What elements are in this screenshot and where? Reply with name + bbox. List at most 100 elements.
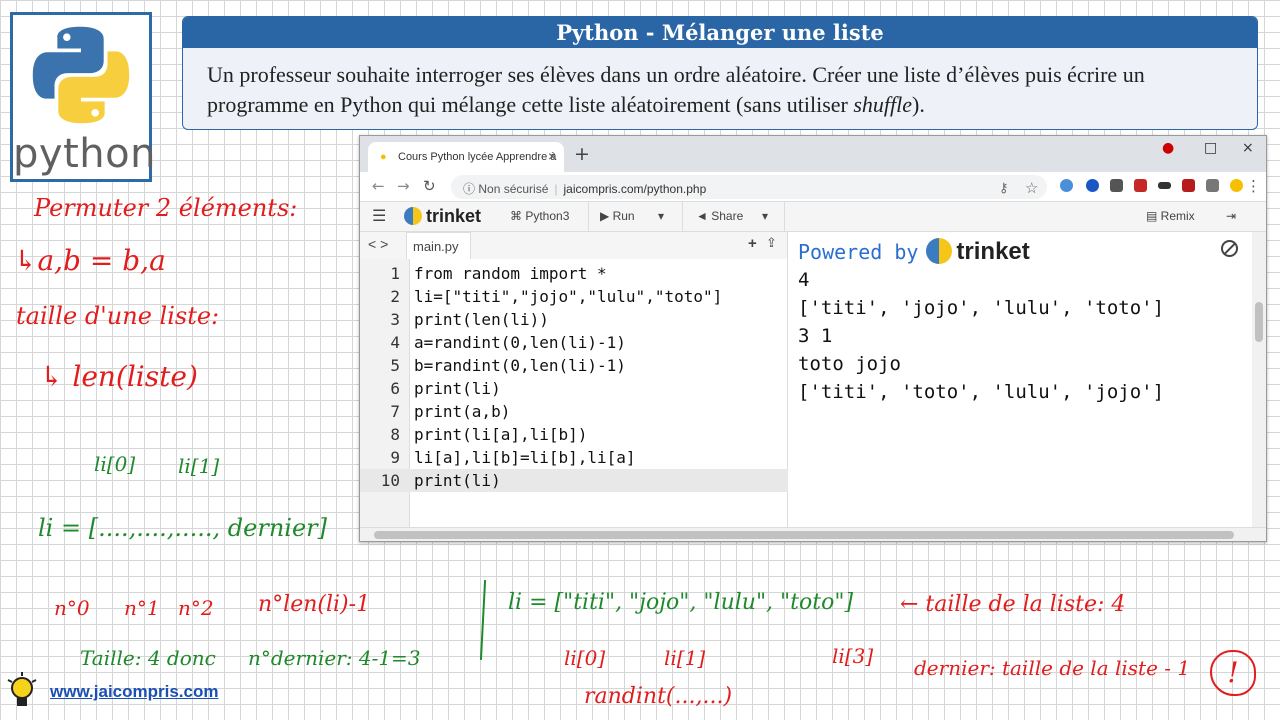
key-icon[interactable]: ⚷ [999,180,1009,196]
note-ndernier: n°dernier: 4-1=3 [248,646,421,670]
code-line: 5 b=randint(0,len(li)-1) [360,354,788,377]
tab-title: Cours Python lycée Apprendre à [398,151,557,163]
address-bar[interactable]: ⓘ Non sécurisé | jaicompris.com/python.php… [451,175,1047,199]
pdf-extension-icon[interactable] [1134,179,1147,192]
note-li1: li[1] [178,454,220,478]
remix-label: Remix [1160,209,1195,223]
code-line: 8 print(li[a],li[b]) [360,423,788,446]
code-area[interactable]: 1 from random import * 2 li=["titi","jojo"… [360,262,788,492]
line-number: 7 [390,402,400,421]
note-li-example: li = ["titi", "jojo", "lulu", "toto"] [508,590,854,615]
powered-by-brand: trinket [956,238,1030,265]
add-file-icon[interactable]: + [748,235,757,252]
trinket-logo[interactable]: trinket [404,202,481,232]
run-label: Run [612,209,635,223]
output-line: 4 [798,269,810,291]
code-text: print(a,b) [414,402,511,421]
browser-tab[interactable]: ● Cours Python lycée Apprendre à × [368,142,564,172]
exercise-text: Un professeur souhaite interroger ses él… [207,62,1145,117]
navigation-bar: ← → ↻ ⓘ Non sécurisé | jaicompris.com/pyth… [360,172,1266,202]
code-text: print(li) [414,379,501,398]
extension-blue-icon[interactable] [1086,179,1099,192]
upload-icon[interactable]: ⇪ [766,235,777,251]
bookmark-star-icon[interactable]: ☆ [1025,179,1038,197]
note-n1: n°1 [124,596,160,620]
note-taille-donc: Taille: 4 donc [80,646,216,670]
maximize-icon[interactable]: □ [1204,140,1217,156]
note-li0: li[0] [94,452,136,476]
forward-icon[interactable]: → [397,177,410,195]
tab-bar: ● Cours Python lycée Apprendre à × + ● □… [360,136,1266,172]
python-wordmark: python [13,131,156,177]
output-line: 3 1 [798,325,833,347]
note-taille-liste: ← taille de la liste: 4 [900,592,1126,617]
output-scrollbar[interactable] [1252,232,1266,527]
note-li-list: li = [....,....,....., dernier] [38,514,327,542]
line-number: 1 [390,264,400,283]
close-window-icon[interactable]: × [1242,140,1254,156]
browser-window: ● Cours Python lycée Apprendre à × + ● □… [359,135,1267,542]
output-line: toto jojo [798,353,901,375]
recording-icon: ● [1162,140,1175,156]
note-warning-circle: ! [1210,650,1256,696]
note-swap: ↳a,b = b,a [14,244,166,277]
code-text: li=["titi","jojo","lulu","toto"] [414,287,723,306]
exercise-card: Python - Mélanger une liste Un professeu… [182,16,1258,130]
address-separator: | [554,182,558,196]
run-button[interactable]: ▶ Run [600,202,635,232]
code-text: print(li) [414,471,501,490]
run-dropdown-icon[interactable]: ▾ [658,202,664,232]
output-console: Powered by trinket 4 ['titi', 'jojo', 'lu… [790,232,1252,527]
powered-by-banner: Powered by trinket [798,238,1252,266]
horizontal-scrollbar[interactable] [360,527,1266,541]
line-number: 8 [390,425,400,444]
code-line: 9 li[a],li[b]=li[b],li[a] [360,446,788,469]
file-tab-main[interactable]: main.py [406,232,471,259]
trinket-brand: trinket [426,206,482,226]
code-line: 3 print(len(li)) [360,308,788,331]
exercise-title: Python - Mélanger une liste [183,17,1257,48]
glasses-extension-icon[interactable] [1158,182,1171,189]
note-len: ↳ len(liste) [40,360,198,393]
code-toggle-icon[interactable]: < > [368,236,388,252]
draw-extension-icon[interactable] [1182,179,1195,192]
hamburger-menu-icon[interactable]: ☰ [372,202,386,232]
output-line: ['titi', 'toto', 'lulu', 'jojo'] [798,381,1165,403]
line-number: 9 [390,448,400,467]
close-tab-icon[interactable]: × [548,148,556,164]
language-name: Python3 [525,209,570,223]
file-tab-bar: < > main.py + ⇪ [360,232,787,259]
output-scroll-thumb[interactable] [1255,302,1263,342]
stop-icon[interactable] [1221,240,1238,257]
site-link[interactable]: www.jaicompris.com [50,682,218,702]
share-button[interactable]: ◄ Share [696,202,743,232]
extension-info-icon[interactable] [1060,179,1073,192]
code-text: print(len(li)) [414,310,549,329]
output-line: ['titi', 'jojo', 'lulu', 'toto'] [798,297,1165,319]
line-number: 4 [390,333,400,352]
python-logo: python [10,12,156,182]
back-icon[interactable]: ← [372,177,385,195]
code-line: 6 print(li) [360,377,788,400]
exercise-text-end: ). [912,92,925,117]
line-number: 6 [390,379,400,398]
menu-dots-icon[interactable]: ⋮ [1246,177,1261,195]
reload-icon[interactable]: ↻ [423,177,436,195]
horizontal-scroll-thumb[interactable] [374,531,1234,539]
bulb-extension-icon[interactable] [1230,179,1243,192]
login-icon[interactable]: ⇥ [1226,202,1236,232]
remix-button[interactable]: ▤ Remix [1146,202,1195,232]
exercise-statement: Un professeur souhaite interroger ses él… [183,48,1257,120]
note-nlen: n°len(li)-1 [258,592,371,617]
share-dropdown-icon[interactable]: ▾ [762,202,768,232]
code-line: 2 li=["titi","jojo","lulu","toto"] [360,285,788,308]
share-label: Share [711,209,744,223]
new-tab-icon[interactable]: + [574,143,590,165]
note-dernier-eq: dernier: taille de la liste - 1 [914,656,1191,680]
puzzle-extension-icon[interactable] [1206,179,1219,192]
code-line-active: 10 print(li) [360,469,788,492]
note-ex-li1: li[1] [664,646,706,670]
extension-calendar-icon[interactable] [1110,179,1123,192]
note-n0: n°0 [54,596,90,620]
lightbulb-favicon-icon: ● [380,151,387,163]
